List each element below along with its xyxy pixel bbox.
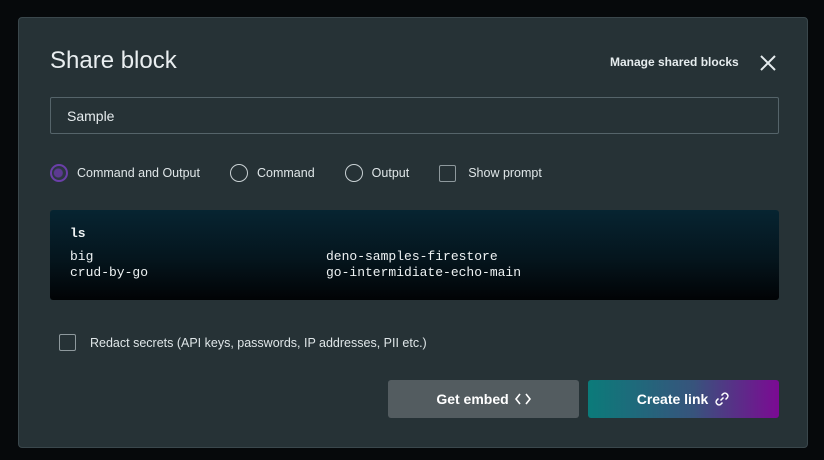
- preview-output-row: big deno-samples-firestore: [70, 249, 759, 265]
- checkbox-show-prompt[interactable]: [439, 164, 457, 182]
- code-brackets-icon: [514, 393, 531, 405]
- radio-command-and-output[interactable]: [50, 164, 68, 182]
- option-output[interactable]: Output: [344, 164, 410, 182]
- manage-shared-blocks-link[interactable]: Manage shared blocks: [610, 55, 739, 69]
- option-command-and-output[interactable]: Command and Output: [50, 164, 200, 182]
- preview-output-row: crud-by-go go-intermidiate-echo-main: [70, 265, 759, 281]
- preview-output-cell: crud-by-go: [70, 265, 149, 280]
- option-command-and-output-label: Command and Output: [77, 166, 200, 180]
- redact-secrets-label: Redact secrets (API keys, passwords, IP …: [90, 335, 427, 350]
- preview-output-cell: deno-samples-firestore: [326, 249, 498, 264]
- checkbox-redact-secrets[interactable]: [59, 334, 76, 351]
- link-icon: [714, 391, 730, 407]
- redact-secrets-option[interactable]: Redact secrets (API keys, passwords, IP …: [59, 334, 427, 351]
- get-embed-button[interactable]: Get embed: [388, 380, 579, 418]
- option-output-label: Output: [371, 166, 410, 180]
- create-link-button[interactable]: Create link: [588, 380, 779, 418]
- close-icon: [760, 55, 776, 71]
- create-link-label: Create link: [636, 391, 709, 407]
- radio-output[interactable]: [344, 164, 363, 182]
- option-show-prompt-label: Show prompt: [468, 166, 542, 180]
- block-name-input[interactable]: [50, 97, 779, 134]
- option-command[interactable]: Command: [230, 164, 315, 182]
- block-preview: ls big deno-samples-firestore crud-by-go…: [50, 210, 779, 300]
- share-block-dialog: Share block Manage shared blocks Command…: [18, 17, 808, 448]
- preview-output-cell: go-intermidiate-echo-main: [326, 265, 522, 280]
- get-embed-label: Get embed: [436, 391, 509, 407]
- preview-output-cell: big: [70, 249, 94, 264]
- option-command-label: Command: [257, 166, 315, 180]
- share-mode-options: Command and Output Command Output Show p…: [50, 163, 542, 183]
- dialog-title: Share block: [50, 47, 177, 74]
- option-show-prompt[interactable]: Show prompt: [439, 164, 542, 182]
- preview-command: ls: [70, 226, 86, 241]
- close-button[interactable]: [757, 52, 779, 74]
- radio-command[interactable]: [230, 164, 248, 182]
